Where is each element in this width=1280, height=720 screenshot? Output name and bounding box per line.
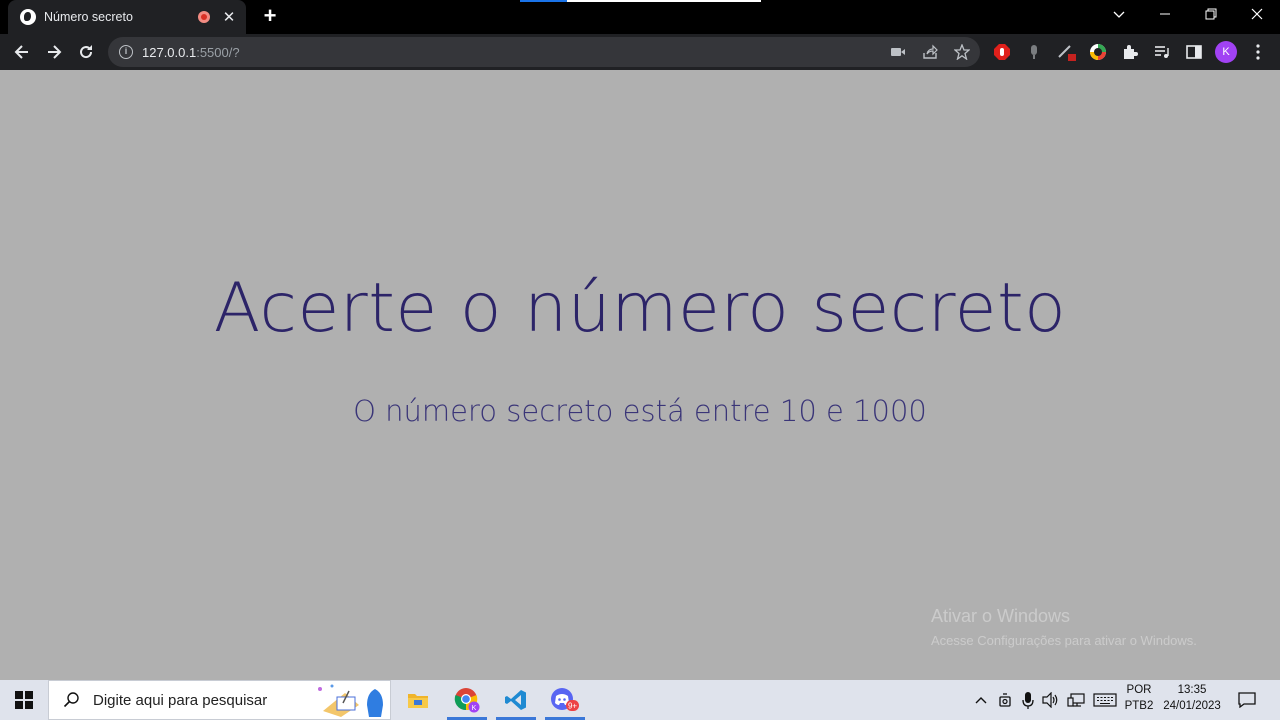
search-icon bbox=[63, 692, 79, 708]
page-headline: Acerte o número secreto bbox=[213, 269, 1067, 348]
chrome-icon: K bbox=[454, 688, 480, 713]
discord-icon: 9+ bbox=[551, 688, 579, 711]
microphone-icon[interactable] bbox=[1018, 690, 1038, 710]
reload-button[interactable] bbox=[72, 38, 100, 66]
clock-time: 13:35 bbox=[1177, 684, 1207, 696]
search-placeholder: Digite aqui para pesquisar bbox=[93, 691, 268, 709]
profile-avatar[interactable]: K bbox=[1215, 41, 1237, 63]
windows-logo-icon bbox=[15, 691, 33, 709]
bookmark-star-icon[interactable] bbox=[950, 40, 974, 64]
windows-taskbar: Digite aqui para pesquisar K 9+ POR PTB2… bbox=[0, 680, 1280, 720]
globe-favicon-icon bbox=[20, 9, 36, 25]
new-tab-button[interactable]: + bbox=[258, 4, 282, 28]
search-highlight-illustration-icon bbox=[318, 684, 383, 717]
loading-strip bbox=[520, 0, 761, 2]
clock[interactable]: 13:35 24/01/2023 bbox=[1158, 684, 1226, 712]
close-tab-icon[interactable]: ✕ bbox=[222, 8, 236, 26]
vscode-icon bbox=[505, 690, 526, 710]
color-extension-icon[interactable] bbox=[1086, 40, 1110, 64]
taskbar-discord[interactable]: 9+ bbox=[541, 680, 589, 720]
meet-now-icon[interactable] bbox=[995, 690, 1015, 710]
watermark-subtitle: Acesse Configurações para ativar o Windo… bbox=[931, 633, 1197, 648]
clock-date: 24/01/2023 bbox=[1163, 700, 1221, 712]
minimize-button[interactable] bbox=[1142, 0, 1188, 30]
camera-icon[interactable] bbox=[886, 40, 910, 64]
media-queue-icon[interactable] bbox=[1150, 40, 1174, 64]
share-icon[interactable] bbox=[918, 40, 942, 64]
restore-button[interactable] bbox=[1188, 0, 1234, 30]
address-bar[interactable]: i 127.0.0.1:5500/? bbox=[108, 37, 980, 67]
mic-extension-icon[interactable] bbox=[1022, 40, 1046, 64]
network-icon[interactable] bbox=[1066, 690, 1086, 710]
adblock-extension-icon[interactable] bbox=[990, 40, 1014, 64]
chrome-profile-badge: K bbox=[472, 705, 477, 712]
url-text: 127.0.0.1:5500/? bbox=[142, 44, 240, 60]
taskbar-chrome[interactable]: K bbox=[443, 680, 491, 720]
page-viewport: Acerte o número secreto O número secreto… bbox=[0, 70, 1280, 680]
menu-kebab-icon[interactable] bbox=[1246, 40, 1270, 64]
pen-extension-icon[interactable] bbox=[1054, 40, 1078, 64]
back-arrow-icon bbox=[14, 45, 28, 59]
start-button[interactable] bbox=[0, 680, 48, 720]
folder-icon bbox=[408, 694, 428, 708]
taskbar-vscode[interactable] bbox=[492, 680, 540, 720]
notifications-icon[interactable] bbox=[1236, 690, 1258, 710]
windows-activation-watermark: Ativar o Windows Acesse Configurações pa… bbox=[931, 606, 1197, 648]
reload-icon bbox=[80, 45, 93, 59]
site-info-icon[interactable]: i bbox=[119, 45, 133, 59]
language-indicator[interactable]: POR PTB2 bbox=[1122, 684, 1156, 712]
extensions-puzzle-icon[interactable] bbox=[1118, 40, 1142, 64]
tab-numero-secreto[interactable]: Número secreto ✕ bbox=[8, 0, 246, 34]
show-hidden-icons-chevron-up-icon[interactable] bbox=[971, 690, 991, 710]
close-window-button[interactable] bbox=[1234, 0, 1280, 30]
forward-button[interactable] bbox=[40, 38, 68, 66]
tab-title: Número secreto bbox=[44, 10, 133, 24]
taskbar-file-explorer[interactable] bbox=[394, 680, 442, 720]
browser-title-bar: Número secreto ✕ + bbox=[0, 0, 1280, 34]
forward-arrow-icon bbox=[48, 45, 62, 59]
taskbar-search-box[interactable]: Digite aqui para pesquisar bbox=[48, 680, 391, 720]
tab-search-button[interactable] bbox=[1096, 0, 1142, 30]
volume-icon[interactable] bbox=[1041, 690, 1061, 710]
browser-toolbar: i 127.0.0.1:5500/? K bbox=[0, 34, 1280, 70]
recording-indicator-icon bbox=[198, 11, 210, 23]
watermark-title: Ativar o Windows bbox=[931, 606, 1071, 626]
keyboard-icon[interactable] bbox=[1093, 690, 1117, 710]
back-button[interactable] bbox=[8, 38, 36, 66]
discord-notification-badge: 9+ bbox=[568, 702, 577, 711]
side-panel-icon[interactable] bbox=[1182, 40, 1206, 64]
page-subheadline: O número secreto está entre 10 e 1000 bbox=[353, 394, 927, 428]
